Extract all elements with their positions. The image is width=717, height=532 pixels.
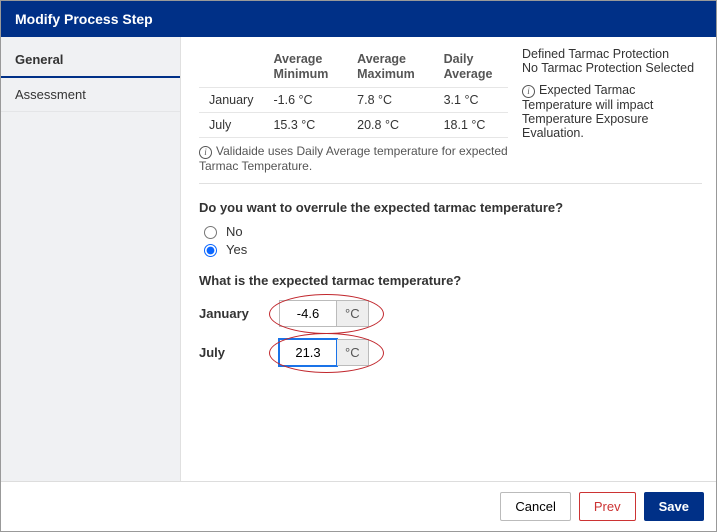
th-blank xyxy=(199,47,263,88)
protection-value: No Tarmac Protection Selected xyxy=(522,61,702,75)
save-button[interactable]: Save xyxy=(644,492,704,521)
radio-no[interactable] xyxy=(204,226,217,239)
protection-info: Defined Tarmac Protection No Tarmac Prot… xyxy=(522,47,702,140)
dialog-footer: Cancel Prev Save xyxy=(1,481,716,531)
th-daily-avg: Daily Average xyxy=(434,47,508,88)
content-area: Average Minimum Average Maximum Daily Av… xyxy=(181,37,716,481)
radio-yes[interactable] xyxy=(204,244,217,257)
info-icon: i xyxy=(522,85,535,98)
th-avg-min: Average Minimum xyxy=(263,47,347,88)
field-label-july: July xyxy=(199,345,279,360)
overrule-question: Do you want to overrule the expected tar… xyxy=(199,200,702,215)
sidebar: General Assessment xyxy=(1,37,181,481)
dialog-title: Modify Process Step xyxy=(1,1,716,37)
info-icon: i xyxy=(199,146,212,159)
prev-button[interactable]: Prev xyxy=(579,492,636,521)
table-row: January -1.6 °C 7.8 °C 3.1 °C xyxy=(199,88,508,113)
january-temp-input[interactable] xyxy=(279,300,337,327)
cancel-button[interactable]: Cancel xyxy=(500,492,570,521)
table-footnote: iValidaide uses Daily Average temperatur… xyxy=(199,144,508,173)
table-row: July 15.3 °C 20.8 °C 18.1 °C xyxy=(199,113,508,138)
expected-question: What is the expected tarmac temperature? xyxy=(199,273,702,288)
unit-label: °C xyxy=(337,339,369,366)
protection-header: Defined Tarmac Protection xyxy=(522,47,702,61)
protection-impact: Expected Tarmac Temperature will impact … xyxy=(522,83,653,140)
unit-label: °C xyxy=(337,300,369,327)
july-temp-input[interactable] xyxy=(279,339,337,366)
radio-yes-label: Yes xyxy=(226,242,247,257)
radio-no-label: No xyxy=(226,224,243,239)
temperature-table: Average Minimum Average Maximum Daily Av… xyxy=(199,47,508,138)
field-label-january: January xyxy=(199,306,279,321)
tab-assessment[interactable]: Assessment xyxy=(1,78,180,112)
tab-general[interactable]: General xyxy=(1,43,180,78)
th-avg-max: Average Maximum xyxy=(347,47,433,88)
